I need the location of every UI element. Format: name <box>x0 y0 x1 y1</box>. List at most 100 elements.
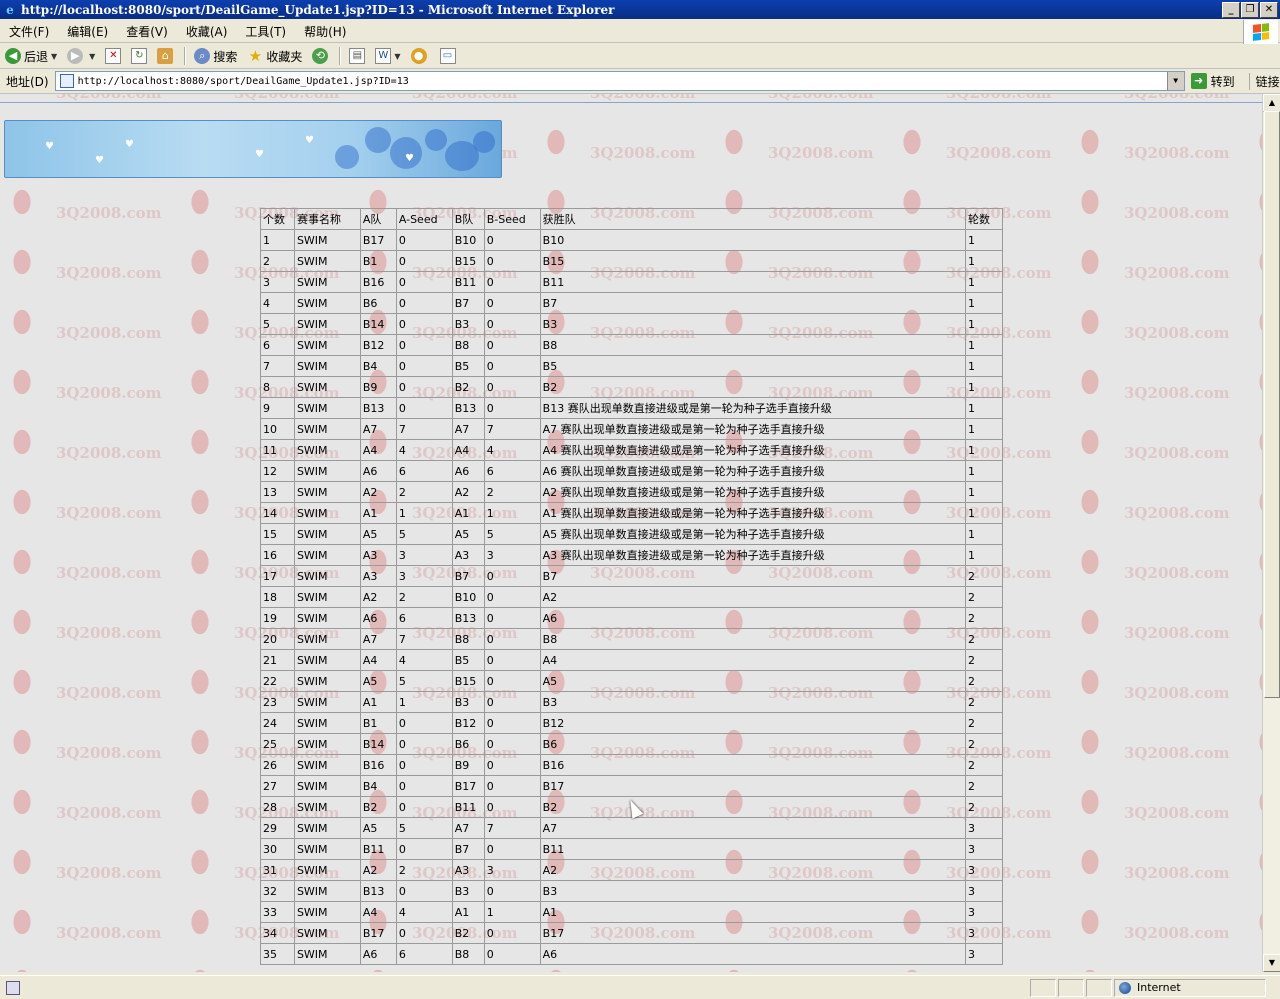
menu-view[interactable]: 查看(V) <box>117 23 177 40</box>
edit-dropdown-icon[interactable]: ▼ <box>394 52 400 61</box>
cell-team-a: A6 <box>359 460 397 482</box>
cell-team-a: B16 <box>359 271 397 293</box>
cell-event: SWIM <box>293 418 361 440</box>
cell-team-b: A7 <box>451 418 485 440</box>
cell-b-seed: 0 <box>483 376 541 398</box>
window-controls: _ ❐ ✕ <box>1222 1 1278 18</box>
resize-grip[interactable] <box>1266 979 1280 997</box>
cell-event: SWIM <box>293 670 361 692</box>
menu-help[interactable]: 帮助(H) <box>295 23 355 40</box>
cell-winner: A4 赛队出现单数直接进级或是第一轮为种子选手直接升级 <box>539 439 967 461</box>
globe-icon <box>1119 981 1131 994</box>
links-button[interactable]: 链接 <box>1248 72 1280 90</box>
table-row: 16 SWIM A3 3 A3 3 A3 赛队出现单数直接进级或是第一轮为种子选手直接升级 1 <box>260 544 1003 566</box>
cell-a-seed: 7 <box>395 628 453 650</box>
cell-round: 1 <box>965 439 1003 461</box>
menu-edit[interactable]: 编辑(E) <box>58 23 117 40</box>
cell-a-seed: 0 <box>395 796 453 818</box>
cell-team-a: A1 <box>359 502 397 524</box>
menu-favorites[interactable]: 收藏(A) <box>177 23 237 40</box>
scroll-thumb[interactable] <box>1264 111 1280 698</box>
window-title: http://localhost:8080/sport/DeailGame_Up… <box>21 2 615 17</box>
cell-b-seed: 1 <box>483 502 541 524</box>
cell-a-seed: 0 <box>395 334 453 356</box>
address-url[interactable]: http://localhost:8080/sport/DeailGame_Up… <box>78 76 409 87</box>
cell-index: 14 <box>260 502 295 524</box>
go-button[interactable]: ➜ 转到 <box>1190 73 1235 90</box>
watermark-text: 3Q2008.com <box>1124 94 1229 102</box>
cell-round: 3 <box>965 859 1003 881</box>
search-button[interactable]: ⌕ 搜索 <box>189 45 242 67</box>
scroll-up-icon[interactable]: ▲ <box>1263 94 1280 112</box>
favorites-label: 收藏夹 <box>266 49 303 64</box>
messenger-button[interactable]: ● <box>406 45 435 67</box>
cell-round: 1 <box>965 355 1003 377</box>
cell-index: 34 <box>260 922 295 944</box>
cell-b-seed: 0 <box>483 586 541 608</box>
cell-index: 18 <box>260 586 295 608</box>
cell-team-a: B1 <box>359 712 397 734</box>
restore-button[interactable]: ❐ <box>1241 1 1259 18</box>
back-dropdown-icon[interactable]: ▼ <box>51 52 57 61</box>
favorites-button[interactable]: ★ 收藏夹 <box>242 45 307 67</box>
cell-team-a: A1 <box>359 691 397 713</box>
cell-event: SWIM <box>293 334 361 356</box>
table-row: 20 SWIM A7 7 B8 0 B8 2 <box>260 628 1003 650</box>
watermark-text: 3Q2008.com <box>56 864 162 882</box>
cell-a-seed: 3 <box>395 565 453 587</box>
cell-team-a: A5 <box>359 670 397 692</box>
vertical-scrollbar[interactable]: ▲ ▼ <box>1262 94 1280 972</box>
cell-event: SWIM <box>293 628 361 650</box>
table-row: 10 SWIM A7 7 A7 7 A7 赛队出现单数直接进级或是第一轮为种子选手直接升级 1 <box>260 418 1003 440</box>
cell-index: 19 <box>260 607 295 629</box>
minimize-button[interactable]: _ <box>1222 1 1240 18</box>
close-button[interactable]: ✕ <box>1260 1 1278 18</box>
stop-button[interactable]: ✕ <box>100 45 126 67</box>
cell-b-seed: 0 <box>483 733 541 755</box>
scroll-down-icon[interactable]: ▼ <box>1263 954 1280 972</box>
table-row: 7 SWIM B4 0 B5 0 B5 1 <box>260 355 1003 377</box>
discuss-button[interactable]: ▭ <box>435 45 461 67</box>
cell-event: SWIM <box>293 523 361 545</box>
table-row: 22 SWIM A5 5 B15 0 A5 2 <box>260 670 1003 692</box>
cell-round: 1 <box>965 544 1003 566</box>
table-row: 8 SWIM B9 0 B2 0 B2 1 <box>260 376 1003 398</box>
forward-dropdown-icon[interactable]: ▼ <box>89 52 95 61</box>
cell-team-a: B4 <box>359 355 397 377</box>
home-button[interactable]: ⌂ <box>152 45 181 67</box>
cell-index: 31 <box>260 859 295 881</box>
back-button[interactable]: ◀ 后退 ▼ <box>0 45 62 67</box>
cell-a-seed: 0 <box>395 880 453 902</box>
menu-file[interactable]: 文件(F) <box>0 23 58 40</box>
toolbar-separator <box>339 47 342 65</box>
address-dropdown-icon[interactable]: ▼ <box>1166 72 1184 90</box>
refresh-button[interactable]: ↻ <box>126 45 152 67</box>
history-button[interactable]: ⟲ <box>307 45 336 67</box>
print-button[interactable]: ▤ <box>344 45 370 67</box>
cell-winner: A2 <box>539 586 967 608</box>
cell-team-a: A3 <box>359 544 397 566</box>
cell-b-seed: 0 <box>483 313 541 335</box>
cell-index: 11 <box>260 439 295 461</box>
cell-index: 20 <box>260 628 295 650</box>
cell-round: 1 <box>965 502 1003 524</box>
address-input[interactable]: http://localhost:8080/sport/DeailGame_Up… <box>54 71 1185 91</box>
cell-round: 1 <box>965 460 1003 482</box>
status-panes: Internet <box>1028 978 1280 997</box>
table-row: 15 SWIM A5 5 A5 5 A5 赛队出现单数直接进级或是第一轮为种子选手直接升级 1 <box>260 523 1003 545</box>
cell-a-seed: 0 <box>395 922 453 944</box>
cell-event: SWIM <box>293 859 361 881</box>
cell-winner: B13 赛队出现单数直接进级或是第一轮为种子选手直接升级 <box>539 397 967 419</box>
cell-team-a: A6 <box>359 607 397 629</box>
cell-team-b: B13 <box>451 397 485 419</box>
cell-index: 6 <box>260 334 295 356</box>
cell-team-b: A2 <box>451 481 485 503</box>
cell-team-a: B13 <box>359 880 397 902</box>
menu-tools[interactable]: 工具(T) <box>236 23 295 40</box>
table-row: 17 SWIM A3 3 B7 0 B7 2 <box>260 565 1003 587</box>
forward-button[interactable]: ▶ ▼ <box>62 45 100 67</box>
edit-button[interactable]: W ▼ <box>370 45 405 67</box>
cell-b-seed: 3 <box>483 544 541 566</box>
cell-event: SWIM <box>293 607 361 629</box>
status-bar: Internet <box>0 975 1280 999</box>
